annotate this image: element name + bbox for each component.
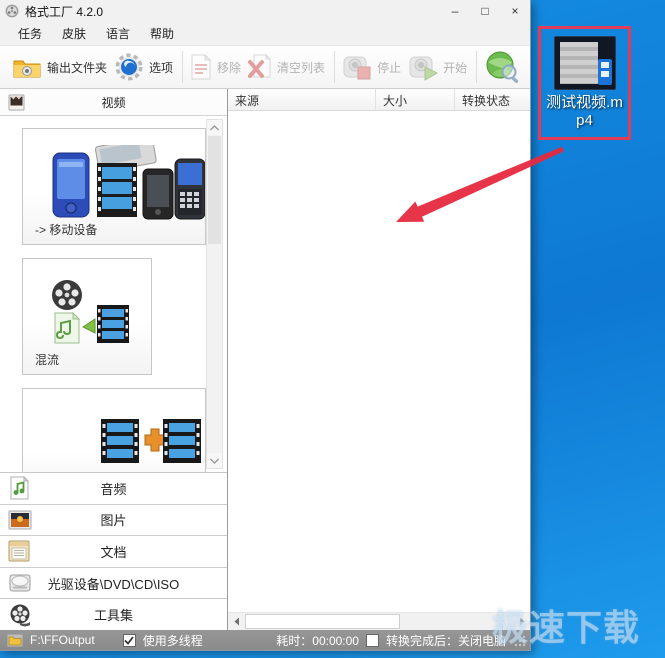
stop-button[interactable]: 停止: [342, 53, 401, 81]
preset-mux[interactable]: 混流: [22, 258, 152, 375]
horizontal-scrollbar[interactable]: [228, 612, 530, 630]
clear-list-icon: [248, 54, 272, 80]
output-path[interactable]: F:\FFOutput: [30, 633, 95, 647]
video-tab-label: 视频: [101, 95, 126, 110]
window-title: 格式工厂 4.2.0: [25, 4, 104, 19]
list-header: 来源 大小 转换状态: [228, 89, 530, 111]
output-folder-label: 输出文件夹: [47, 60, 108, 75]
elapsed-time: 耗时：00:00:00: [276, 633, 359, 648]
sidebar-item-toolset[interactable]: 工具集: [0, 599, 227, 630]
category-list: 音频 图片 文档 光驱设备\DVD\CD\ISO 工具集: [0, 473, 227, 630]
main-area: 视频 -> 移动设备 混流 音频 图片 文档 光驱设备\DVD\CD\ISO 工…: [0, 89, 530, 630]
web-icon: [484, 50, 520, 84]
web-button[interactable]: [484, 50, 520, 84]
scroll-right-icon[interactable]: [513, 613, 530, 630]
scroll-down-icon[interactable]: [207, 453, 222, 468]
menu-language[interactable]: 语言: [96, 22, 140, 45]
resize-grip[interactable]: [513, 634, 526, 647]
clear-list-button[interactable]: 清空列表: [248, 54, 325, 80]
preset-mobile-devices[interactable]: -> 移动设备: [22, 128, 206, 245]
list-body[interactable]: [228, 111, 530, 612]
status-bar: F:\FFOutput 使用多线程 耗时：00:00:00 转换完成后：关闭电脑: [0, 630, 530, 650]
desktop: 格式工厂 4.2.0 – □ × 任务 皮肤 语言 帮助 输出文件夹 选项 移除…: [0, 0, 665, 658]
desktop-file-label: 测试视频.mp4: [546, 94, 623, 129]
sidebar-item-audio[interactable]: 音频: [0, 473, 227, 505]
preset-mobile-devices-label: -> 移动设备: [35, 223, 98, 237]
scrollbar-thumb[interactable]: [208, 136, 221, 244]
start-icon: [408, 53, 439, 81]
multithread-checkbox[interactable]: [122, 633, 136, 647]
options-button[interactable]: 选项: [114, 52, 173, 82]
options-icon: [114, 52, 144, 82]
app-icon: [5, 4, 19, 18]
minimize-button[interactable]: –: [440, 1, 470, 21]
scroll-up-icon[interactable]: [207, 120, 222, 135]
hscrollbar-thumb[interactable]: [245, 614, 400, 629]
column-source[interactable]: 来源: [228, 89, 376, 110]
mobile-devices-icon: [47, 145, 205, 221]
stop-label: 停止: [377, 60, 402, 75]
remove-button[interactable]: 移除: [190, 54, 241, 80]
title-bar[interactable]: 格式工厂 4.2.0 – □ ×: [0, 0, 530, 22]
sidebar-scrollbar[interactable]: [206, 119, 223, 469]
format-factory-window: 格式工厂 4.2.0 – □ × 任务 皮肤 语言 帮助 输出文件夹 选项 移除…: [0, 0, 531, 651]
sidebar: 视频 -> 移动设备 混流 音频 图片 文档 光驱设备\DVD\CD\ISO 工…: [0, 89, 228, 630]
menu-bar: 任务 皮肤 语言 帮助: [0, 22, 530, 45]
shutdown-checkbox[interactable]: [365, 633, 379, 647]
shutdown-label: 转换完成后：关闭电脑: [385, 633, 506, 648]
video-preset-panel: -> 移动设备 混流: [0, 116, 227, 473]
sidebar-item-document-label: 文档: [100, 544, 127, 560]
stop-icon: [342, 53, 372, 81]
toolbar-separator: [182, 51, 184, 83]
scroll-left-icon[interactable]: [228, 613, 245, 630]
start-button[interactable]: 开始: [408, 53, 467, 81]
multithread-label: 使用多线程: [142, 633, 203, 648]
remove-label: 移除: [217, 60, 242, 75]
start-label: 开始: [443, 60, 468, 75]
output-folder-button[interactable]: 输出文件夹: [12, 55, 107, 79]
tab-video[interactable]: 视频: [0, 89, 227, 116]
sidebar-item-optical[interactable]: 光驱设备\DVD\CD\ISO: [0, 567, 227, 600]
menu-skin[interactable]: 皮肤: [52, 22, 96, 45]
close-button[interactable]: ×: [500, 1, 530, 21]
remove-icon: [190, 54, 212, 80]
menu-help[interactable]: 帮助: [140, 22, 184, 45]
join-icon: [101, 417, 201, 465]
toolbar-separator: [476, 51, 478, 83]
sidebar-item-picture[interactable]: 图片: [0, 504, 227, 537]
column-state[interactable]: 转换状态: [455, 89, 530, 110]
conversion-list: 来源 大小 转换状态: [228, 89, 530, 630]
output-folder-icon: [12, 55, 42, 79]
sidebar-item-picture-label: 图片: [100, 513, 127, 529]
sidebar-item-toolset-label: 工具集: [93, 608, 133, 624]
sidebar-item-document[interactable]: 文档: [0, 536, 227, 568]
preset-mux-label: 混流: [35, 353, 60, 367]
toolbar-separator: [334, 51, 336, 83]
sidebar-item-audio-label: 音频: [100, 481, 127, 497]
options-label: 选项: [149, 60, 174, 75]
sidebar-item-optical-label: 光驱设备\DVD\CD\ISO: [47, 576, 180, 592]
desktop-file-highlight: 测试视频.mp4: [538, 26, 631, 140]
toolbar: 输出文件夹 选项 移除 清空列表 停止 开始: [0, 45, 530, 89]
desktop-video-file[interactable]: 测试视频.mp4: [541, 36, 628, 130]
statusbar-folder-icon[interactable]: [7, 634, 23, 647]
preset-video-join[interactable]: [22, 388, 206, 472]
desktop-video-file-icon: [553, 36, 616, 90]
mux-icon: [45, 277, 133, 347]
column-size[interactable]: 大小: [376, 89, 455, 110]
clear-list-label: 清空列表: [277, 60, 326, 75]
menu-task[interactable]: 任务: [8, 22, 52, 45]
maximize-button[interactable]: □: [470, 1, 500, 21]
